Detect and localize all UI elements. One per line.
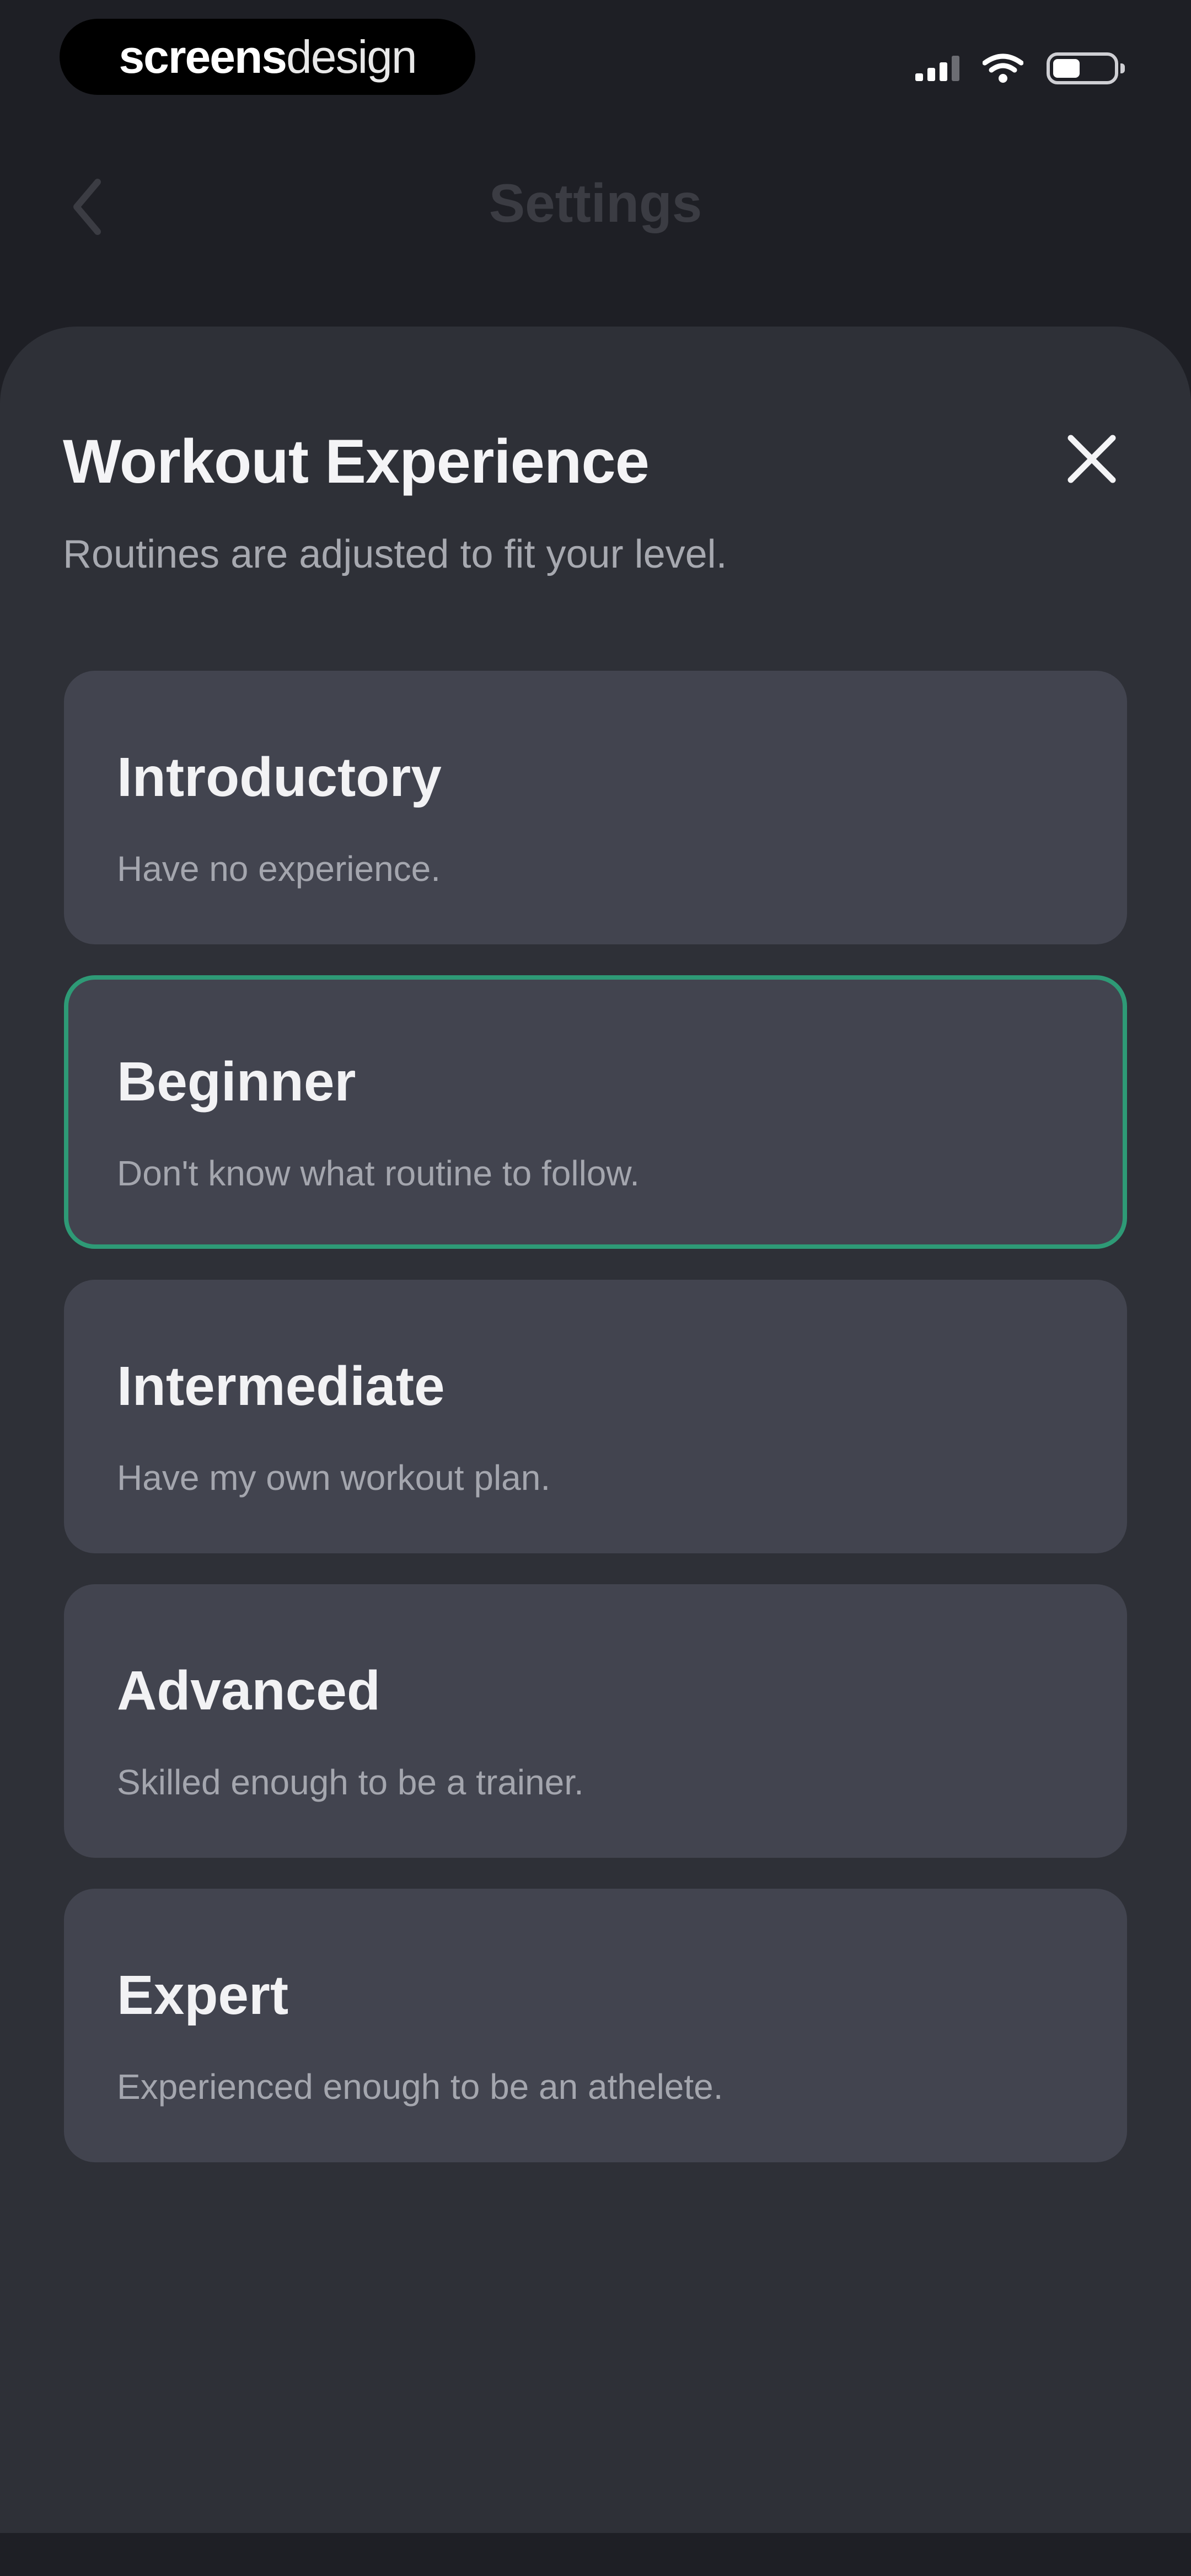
- option-description: Have my own workout plan.: [117, 1458, 551, 1498]
- page-title: Settings: [489, 173, 702, 233]
- option-label: Advanced: [117, 1660, 380, 1722]
- option-label: Expert: [117, 1964, 289, 2026]
- battery-icon: [1047, 52, 1125, 84]
- battery-level-fill: [1053, 59, 1080, 78]
- option-advanced[interactable]: Advanced Skilled enough to be a trainer.: [64, 1584, 1127, 1858]
- option-label: Intermediate: [117, 1355, 445, 1417]
- workout-experience-sheet: Workout Experience Routines are adjusted…: [0, 327, 1191, 2533]
- brand-logo-bold: screens: [119, 30, 287, 83]
- option-description: Have no experience.: [117, 849, 441, 889]
- option-introductory[interactable]: Introductory Have no experience.: [64, 671, 1127, 944]
- experience-options: Introductory Have no experience. Beginne…: [64, 671, 1127, 2193]
- option-description: Skilled enough to be a trainer.: [117, 1762, 584, 1802]
- brand-logo-light: design: [286, 30, 417, 83]
- option-expert[interactable]: Expert Experienced enough to be an athel…: [64, 1889, 1127, 2162]
- sheet-title: Workout Experience: [63, 427, 650, 496]
- status-icons: [915, 46, 1125, 90]
- sheet-subtitle: Routines are adjusted to fit your level.: [63, 532, 727, 576]
- option-intermediate[interactable]: Intermediate Have my own workout plan.: [64, 1280, 1127, 1553]
- status-bar: screens design: [0, 0, 1191, 116]
- brand-logo: screens design: [60, 19, 475, 95]
- home-indicator-strip: [0, 2533, 1191, 2576]
- signal-bars-icon: [915, 56, 959, 81]
- close-button[interactable]: [1059, 426, 1125, 492]
- close-icon: [1067, 435, 1116, 483]
- option-description: Experienced enough to be an athelete.: [117, 2067, 723, 2107]
- option-description: Don't know what routine to follow.: [117, 1153, 640, 1193]
- nav-bar: Settings: [0, 138, 1191, 270]
- option-label: Beginner: [117, 1051, 356, 1113]
- option-label: Introductory: [117, 746, 442, 808]
- wifi-icon: [983, 54, 1023, 83]
- option-beginner[interactable]: Beginner Don't know what routine to foll…: [64, 975, 1127, 1249]
